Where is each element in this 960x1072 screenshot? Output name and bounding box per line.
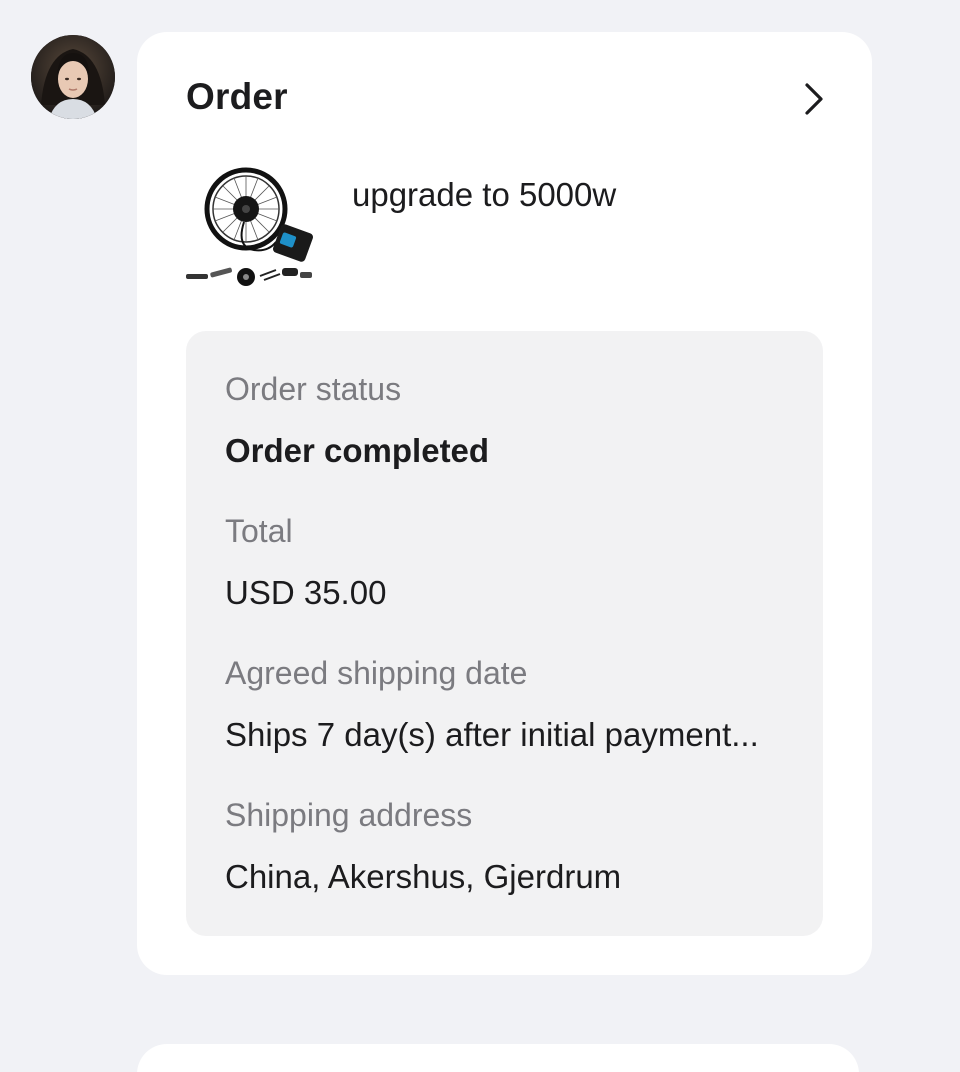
chevron-right-icon[interactable] [797,80,831,118]
user-avatar-icon [31,35,115,119]
order-status-label: Order status [225,371,402,407]
total-value: USD 35.00 [225,574,387,611]
order-card[interactable]: Order upgrade to 5000w Order status Orde… [137,32,872,975]
order-card-title: Order [186,76,288,117]
chat-thread: Order upgrade to 5000w Order status Orde… [0,0,960,1072]
shipping-date-value: Ships 7 day(s) after initial payment... [225,716,759,753]
total-label: Total [225,513,293,549]
shipping-address-value: China, Akershus, Gjerdrum [225,858,622,895]
order-details-panel: Order status Order completed Total USD 3… [186,331,823,936]
sender-avatar[interactable] [31,35,115,119]
next-message-card[interactable] [137,1044,859,1072]
shipping-date-label: Agreed shipping date [225,655,528,691]
shipping-address-label: Shipping address [225,797,473,833]
product-name[interactable]: upgrade to 5000w [352,176,616,214]
product-thumbnail-icon[interactable] [184,162,316,292]
order-status-value: Order completed [225,432,490,469]
